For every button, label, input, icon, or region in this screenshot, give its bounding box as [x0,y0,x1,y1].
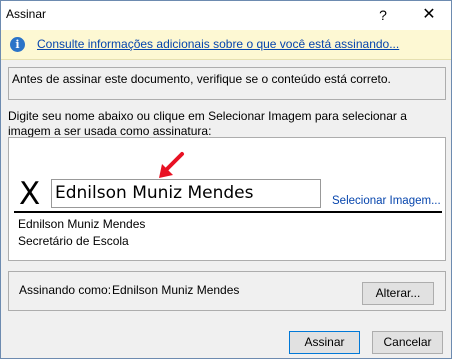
change-signer-label: Alterar... [375,286,421,300]
cancel-button-label: Cancelar [383,335,432,349]
signing-as-label: Assinando como: [19,283,112,297]
change-signer-button[interactable]: Alterar... [362,282,434,305]
signature-panel: X Ednilson Muniz Mendes Selecionar Image… [8,137,446,261]
sign-button-label: Assinar [304,335,345,349]
instructions-text: Digite seu nome abaixo ou clique em Sele… [8,109,407,138]
signer-name: Ednilson Muniz Mendes [18,217,146,231]
red-arrow-icon [159,152,184,178]
signature-line [14,211,442,213]
sign-button[interactable]: Assinar [289,331,360,354]
title-bar: Assinar ? ✕ [1,1,451,30]
dialog-title: Assinar [6,7,47,21]
info-icon: i [10,37,25,52]
more-info-link[interactable]: Consulte informações adicionais sobre o … [37,37,399,51]
verify-notice-text: Antes de assinar este documento, verifiq… [12,72,391,86]
select-image-link[interactable]: Selecionar Imagem... [332,195,441,207]
close-icon[interactable]: ✕ [414,4,444,26]
verify-notice-box: Antes de assinar este documento, verifiq… [8,67,446,100]
info-bar: i Consulte informações adicionais sobre … [1,30,451,60]
sign-dialog: Assinar ? ✕ i Consulte informações adici… [0,0,452,359]
signer-title: Secretário de Escola [18,234,129,248]
help-icon[interactable]: ? [371,4,395,26]
signature-name-input[interactable]: Ednilson Muniz Mendes [51,179,321,208]
signature-x-mark: X [19,176,41,212]
signing-as-value: Ednilson Muniz Mendes [112,283,240,297]
cancel-button[interactable]: Cancelar [372,331,443,354]
